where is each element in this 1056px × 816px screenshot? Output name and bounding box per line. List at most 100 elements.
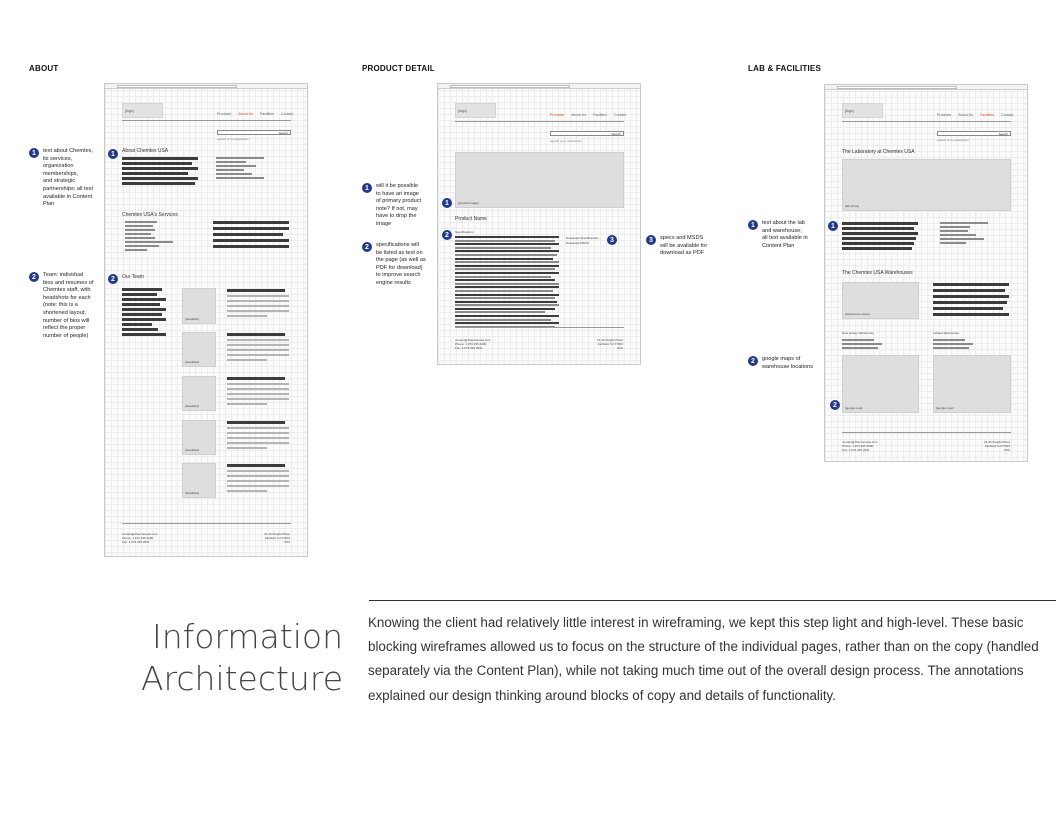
annotation-lab-2: 2 google maps of warehouse locations bbox=[748, 356, 813, 371]
url-bar bbox=[837, 86, 957, 89]
url-bar bbox=[117, 85, 237, 88]
google-map-in[interactable]: [google map] bbox=[933, 355, 1011, 413]
browser-bar bbox=[438, 84, 640, 89]
headshot-5: [headshot] bbox=[182, 463, 216, 498]
section-title-about: ABOUT bbox=[29, 64, 59, 73]
lab-side-text bbox=[940, 222, 988, 244]
annotation-number: 2 bbox=[29, 272, 39, 282]
headshot-3: [headshot] bbox=[182, 376, 216, 411]
section-title-lab-facilities: LAB & FACILITIES bbox=[748, 64, 821, 73]
divider-line bbox=[369, 600, 1056, 601]
nav-contact[interactable]: Contact bbox=[281, 112, 293, 116]
marker-2: 2 bbox=[442, 230, 452, 240]
footer-divider bbox=[842, 432, 1011, 433]
nav-bar: Products About Us Facilities Contact bbox=[217, 112, 293, 116]
services-list-right bbox=[213, 221, 289, 248]
annotation-text: specifications will be listed as text on… bbox=[376, 242, 426, 286]
annotation-product-2: 2 specifications will be listed as text … bbox=[362, 242, 426, 288]
nav-about-us[interactable]: About Us bbox=[571, 113, 586, 117]
marker-3: 3 bbox=[607, 235, 617, 245]
nav-bar: Products About Us Facilities Contact bbox=[550, 113, 626, 117]
bio-1 bbox=[227, 289, 289, 317]
annotation-about-1: 1 text about Chemtex, its services, orga… bbox=[29, 148, 93, 209]
services-heading: Chemtex USA's Services bbox=[122, 212, 178, 218]
annotation-number: 1 bbox=[29, 148, 39, 158]
annotation-text: google maps of warehouse locations bbox=[762, 356, 813, 370]
nav-facilities[interactable]: Facilities bbox=[593, 113, 607, 117]
marker-1: 1 bbox=[828, 221, 838, 231]
annotation-number: 3 bbox=[646, 235, 656, 245]
headshot-2: [headshot] bbox=[182, 332, 216, 367]
lab-photo: [lab photo] bbox=[842, 159, 1011, 211]
specs-text bbox=[455, 236, 559, 328]
title-line-1: Information bbox=[151, 617, 343, 656]
annotation-about-2: 2 Team: individual bios and resumes of C… bbox=[29, 272, 93, 340]
nav-facilities[interactable]: Facilities bbox=[260, 112, 274, 116]
footer-address: 21-26 Dwight Place Fairfield, NJ 07004 U… bbox=[596, 338, 623, 350]
annotation-text: specs and MSDS will be available for dow… bbox=[660, 235, 708, 257]
nav-contact[interactable]: Contact bbox=[1001, 113, 1013, 117]
nav-facilities[interactable]: Facilities bbox=[980, 113, 994, 117]
google-map-nj[interactable]: [google map] bbox=[842, 355, 919, 413]
description-paragraph: Knowing the client had relatively little… bbox=[368, 615, 1039, 703]
title-line-2: Architecture bbox=[140, 659, 343, 698]
footer-divider bbox=[122, 523, 291, 524]
logo-placeholder: [logo] bbox=[122, 103, 163, 118]
url-bar bbox=[450, 85, 570, 88]
team-intro-text bbox=[122, 288, 166, 336]
specs-heading: Specifications bbox=[455, 230, 474, 234]
section-title-product-detail: PRODUCT DETAIL bbox=[362, 64, 435, 73]
annotation-text: will it be possible to have an image of … bbox=[376, 183, 422, 227]
download-msds-link[interactable]: Download MSDS bbox=[566, 241, 589, 245]
nav-bar: Products About Us Facilities Contact bbox=[937, 113, 1013, 117]
product-image: [product image] bbox=[455, 152, 624, 208]
footer-divider bbox=[455, 327, 624, 328]
nav-products[interactable]: Products bbox=[550, 113, 564, 117]
about-heading: About Chemtex USA bbox=[122, 148, 169, 154]
search-hint: search or by description bbox=[217, 137, 249, 141]
nav-contact[interactable]: Contact bbox=[614, 113, 626, 117]
nav-about-us[interactable]: About Us bbox=[238, 112, 253, 116]
nav-products[interactable]: Products bbox=[217, 112, 231, 116]
nav-products[interactable]: Products bbox=[937, 113, 951, 117]
page-title: Information Architecture bbox=[141, 616, 343, 700]
team-heading: Our Team bbox=[122, 274, 144, 280]
logo-placeholder: [logo] bbox=[842, 103, 883, 118]
marker-2: 2 bbox=[108, 274, 118, 284]
bio-5 bbox=[227, 464, 289, 492]
annotation-product-1: 1 will it be possible to have an image o… bbox=[362, 183, 421, 229]
annotation-number: 2 bbox=[362, 242, 372, 252]
divider bbox=[455, 121, 624, 122]
search-input[interactable]: Search bbox=[217, 130, 291, 135]
download-specs-link[interactable]: Download Specifications bbox=[566, 236, 599, 240]
wireframe-lab-facilities: [logo] Products About Us Facilities Cont… bbox=[824, 84, 1028, 462]
about-text-block bbox=[122, 157, 198, 185]
search-hint: search or by description bbox=[550, 139, 582, 143]
footer-contact: contact@chemtexusa.com Phone: 1.973.335.… bbox=[122, 532, 158, 544]
footer-address: 21-26 Dwight Place Fairfield, NJ 07004 U… bbox=[263, 532, 290, 544]
footer-address: 21-26 Dwight Place Fairfield, NJ 07004 U… bbox=[983, 440, 1010, 452]
logo-placeholder: [logo] bbox=[455, 103, 496, 118]
bio-3 bbox=[227, 377, 289, 405]
annotation-number: 1 bbox=[362, 183, 372, 193]
bio-2 bbox=[227, 333, 289, 361]
nav-about-us[interactable]: About Us bbox=[958, 113, 973, 117]
annotation-number: 1 bbox=[748, 220, 758, 230]
nj-warehouse-text bbox=[842, 339, 882, 349]
wireframe-about: [logo] Products About Us Facilities Cont… bbox=[104, 83, 308, 557]
warehouse-text bbox=[933, 283, 1009, 316]
marker-1: 1 bbox=[442, 198, 452, 208]
annotation-text: text about the lab and warehouse; all te… bbox=[762, 220, 808, 249]
marker-2: 2 bbox=[830, 400, 840, 410]
about-side-text bbox=[216, 157, 264, 179]
footer-contact: contact@chemtexusa.com Phone: 1.973.335.… bbox=[842, 440, 878, 452]
search-hint: search or by description bbox=[937, 138, 969, 142]
lab-text-block bbox=[842, 222, 918, 250]
product-name: Product Name bbox=[455, 216, 487, 222]
browser-bar bbox=[105, 84, 307, 89]
search-input[interactable]: Search bbox=[550, 131, 624, 136]
search-input[interactable]: Search bbox=[937, 131, 1011, 136]
wireframe-product-detail: [logo] Products About Us Facilities Cont… bbox=[437, 83, 641, 365]
annotation-product-3: 3 specs and MSDS will be available for d… bbox=[646, 235, 707, 258]
divider bbox=[842, 121, 1011, 122]
